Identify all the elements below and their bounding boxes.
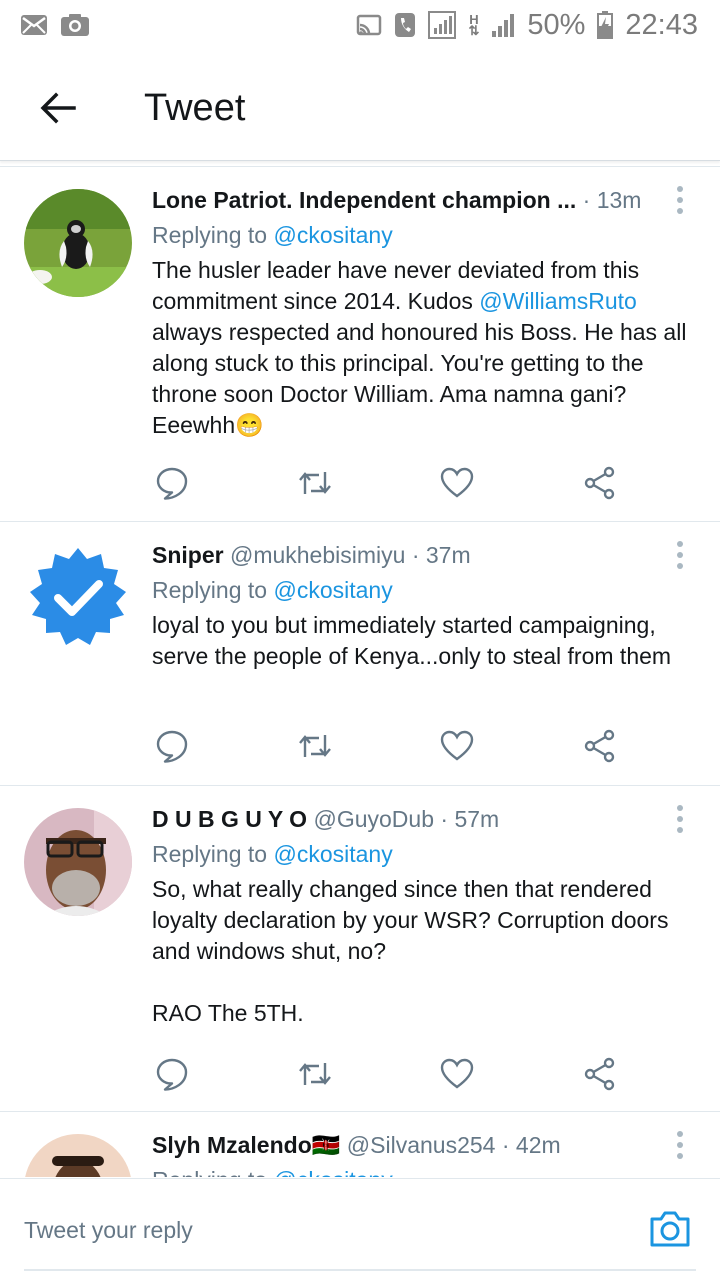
- reply-button[interactable]: [152, 463, 192, 503]
- battery-percent: 50%: [527, 8, 586, 41]
- cast-icon: [356, 14, 382, 36]
- wifi-signal-icon: [428, 11, 457, 39]
- more-vertical-icon: [677, 541, 683, 569]
- share-button[interactable]: [580, 1054, 620, 1094]
- heart-icon: [441, 1058, 474, 1089]
- display-name[interactable]: Lone Patriot. Independent champion ...: [152, 187, 576, 213]
- timestamp: 37m: [425, 542, 471, 568]
- tweet-header: D U B G U Y O @GuyoDub · 57m: [152, 806, 500, 832]
- phone-icon: [394, 12, 416, 38]
- tweet-item[interactable]: D U B G U Y O @GuyoDub · 57m Replying to…: [0, 786, 720, 1112]
- timestamp: 42m: [515, 1132, 561, 1158]
- avatar[interactable]: [24, 189, 132, 297]
- mention-link[interactable]: @ckositany: [273, 222, 392, 248]
- tweet-actions: [152, 463, 620, 503]
- camera-icon: [650, 1211, 690, 1247]
- share-icon: [584, 466, 615, 500]
- user-handle[interactable]: @mukhebisimiyu: [230, 542, 405, 568]
- heart-icon: [441, 467, 474, 498]
- display-name[interactable]: D U B G U Y O: [152, 806, 307, 832]
- add-photo-button[interactable]: [648, 1209, 692, 1253]
- reply-button[interactable]: [152, 1054, 192, 1094]
- retweet-button[interactable]: [295, 463, 335, 503]
- cell-signal-icon: [491, 12, 515, 38]
- avatar[interactable]: [24, 544, 132, 652]
- like-button[interactable]: [437, 463, 477, 503]
- display-name[interactable]: Slyh Mzalendo🇰🇪: [152, 1132, 340, 1158]
- tweet-menu-button[interactable]: [672, 540, 688, 570]
- mention-link[interactable]: @ckositany: [273, 577, 392, 603]
- tweet-actions: [152, 726, 620, 766]
- timestamp: 13m: [596, 187, 642, 213]
- camera-notification-icon: [60, 13, 90, 37]
- reply-input[interactable]: Tweet your reply: [24, 1217, 193, 1244]
- battery-charging-icon: [597, 11, 614, 39]
- page-title: Tweet: [144, 86, 246, 129]
- retweet-button[interactable]: [295, 726, 335, 766]
- retweet-icon: [298, 735, 331, 757]
- tweet-header: Lone Patriot. Independent champion ... ·…: [152, 187, 642, 213]
- avatar[interactable]: [24, 1134, 132, 1177]
- mention-link[interactable]: @ckositany: [273, 1167, 392, 1177]
- more-vertical-icon: [677, 805, 683, 833]
- reply-icon: [156, 1058, 188, 1091]
- tweet-item[interactable]: Sniper @mukhebisimiyu · 37m Replying to …: [0, 522, 720, 786]
- tweet-item[interactable]: Lone Patriot. Independent champion ... ·…: [0, 167, 720, 522]
- share-button[interactable]: [580, 463, 620, 503]
- retweet-icon: [298, 1063, 331, 1085]
- reply-button[interactable]: [152, 726, 192, 766]
- more-vertical-icon: [677, 186, 683, 214]
- more-vertical-icon: [677, 1131, 683, 1159]
- retweet-button[interactable]: [295, 1054, 335, 1094]
- app-bar: Tweet: [0, 56, 720, 161]
- timestamp: 57m: [454, 806, 500, 832]
- tweet-menu-button[interactable]: [672, 185, 688, 215]
- like-button[interactable]: [437, 1054, 477, 1094]
- tweet-menu-button[interactable]: [672, 1130, 688, 1160]
- replying-to: Replying to @ckositany: [152, 841, 393, 867]
- tweet-header: Slyh Mzalendo🇰🇪 @Silvanus254 · 42m: [152, 1132, 561, 1158]
- replying-to: Replying to @ckositany: [152, 577, 393, 603]
- share-icon: [584, 1057, 615, 1091]
- reply-icon: [156, 467, 188, 500]
- clock: 22:43: [625, 8, 698, 41]
- tweet-text: So, what really changed since then that …: [152, 876, 669, 1026]
- replying-to: Replying to @ckositany: [152, 222, 393, 248]
- heart-icon: [441, 730, 474, 761]
- arrow-left-icon: [40, 92, 76, 124]
- retweet-icon: [298, 472, 331, 494]
- avatar[interactable]: [24, 808, 132, 916]
- tweet-text: The husler leader have never deviated fr…: [152, 257, 687, 438]
- reply-list[interactable]: Lone Patriot. Independent champion ... ·…: [0, 166, 720, 1177]
- reply-input-underline: [24, 1269, 696, 1271]
- mention-link[interactable]: @ckositany: [273, 841, 392, 867]
- share-button[interactable]: [580, 726, 620, 766]
- reply-composer: Tweet your reply: [0, 1178, 720, 1281]
- reply-icon: [156, 730, 188, 763]
- display-name[interactable]: Sniper: [152, 542, 224, 568]
- network-type-indicator: H ⇅: [468, 12, 480, 38]
- user-handle[interactable]: @Silvanus254: [347, 1132, 496, 1158]
- status-bar: H ⇅ 50% 22:43: [0, 0, 720, 50]
- back-button[interactable]: [28, 78, 88, 138]
- mention-link[interactable]: @WilliamsRuto: [479, 288, 637, 314]
- replying-to: Replying to @ckositany: [152, 1162, 690, 1177]
- tweet-item[interactable]: Slyh Mzalendo🇰🇪 @Silvanus254 · 42m Reply…: [0, 1112, 720, 1177]
- tweet-menu-button[interactable]: [672, 804, 688, 834]
- tweet-header: Sniper @mukhebisimiyu · 37m: [152, 542, 471, 568]
- like-button[interactable]: [437, 726, 477, 766]
- user-handle[interactable]: @GuyoDub: [313, 806, 434, 832]
- mail-icon: [20, 14, 48, 36]
- tweet-text: loyal to you but immediately started cam…: [152, 612, 672, 669]
- share-icon: [584, 729, 615, 763]
- tweet-actions: [152, 1054, 620, 1094]
